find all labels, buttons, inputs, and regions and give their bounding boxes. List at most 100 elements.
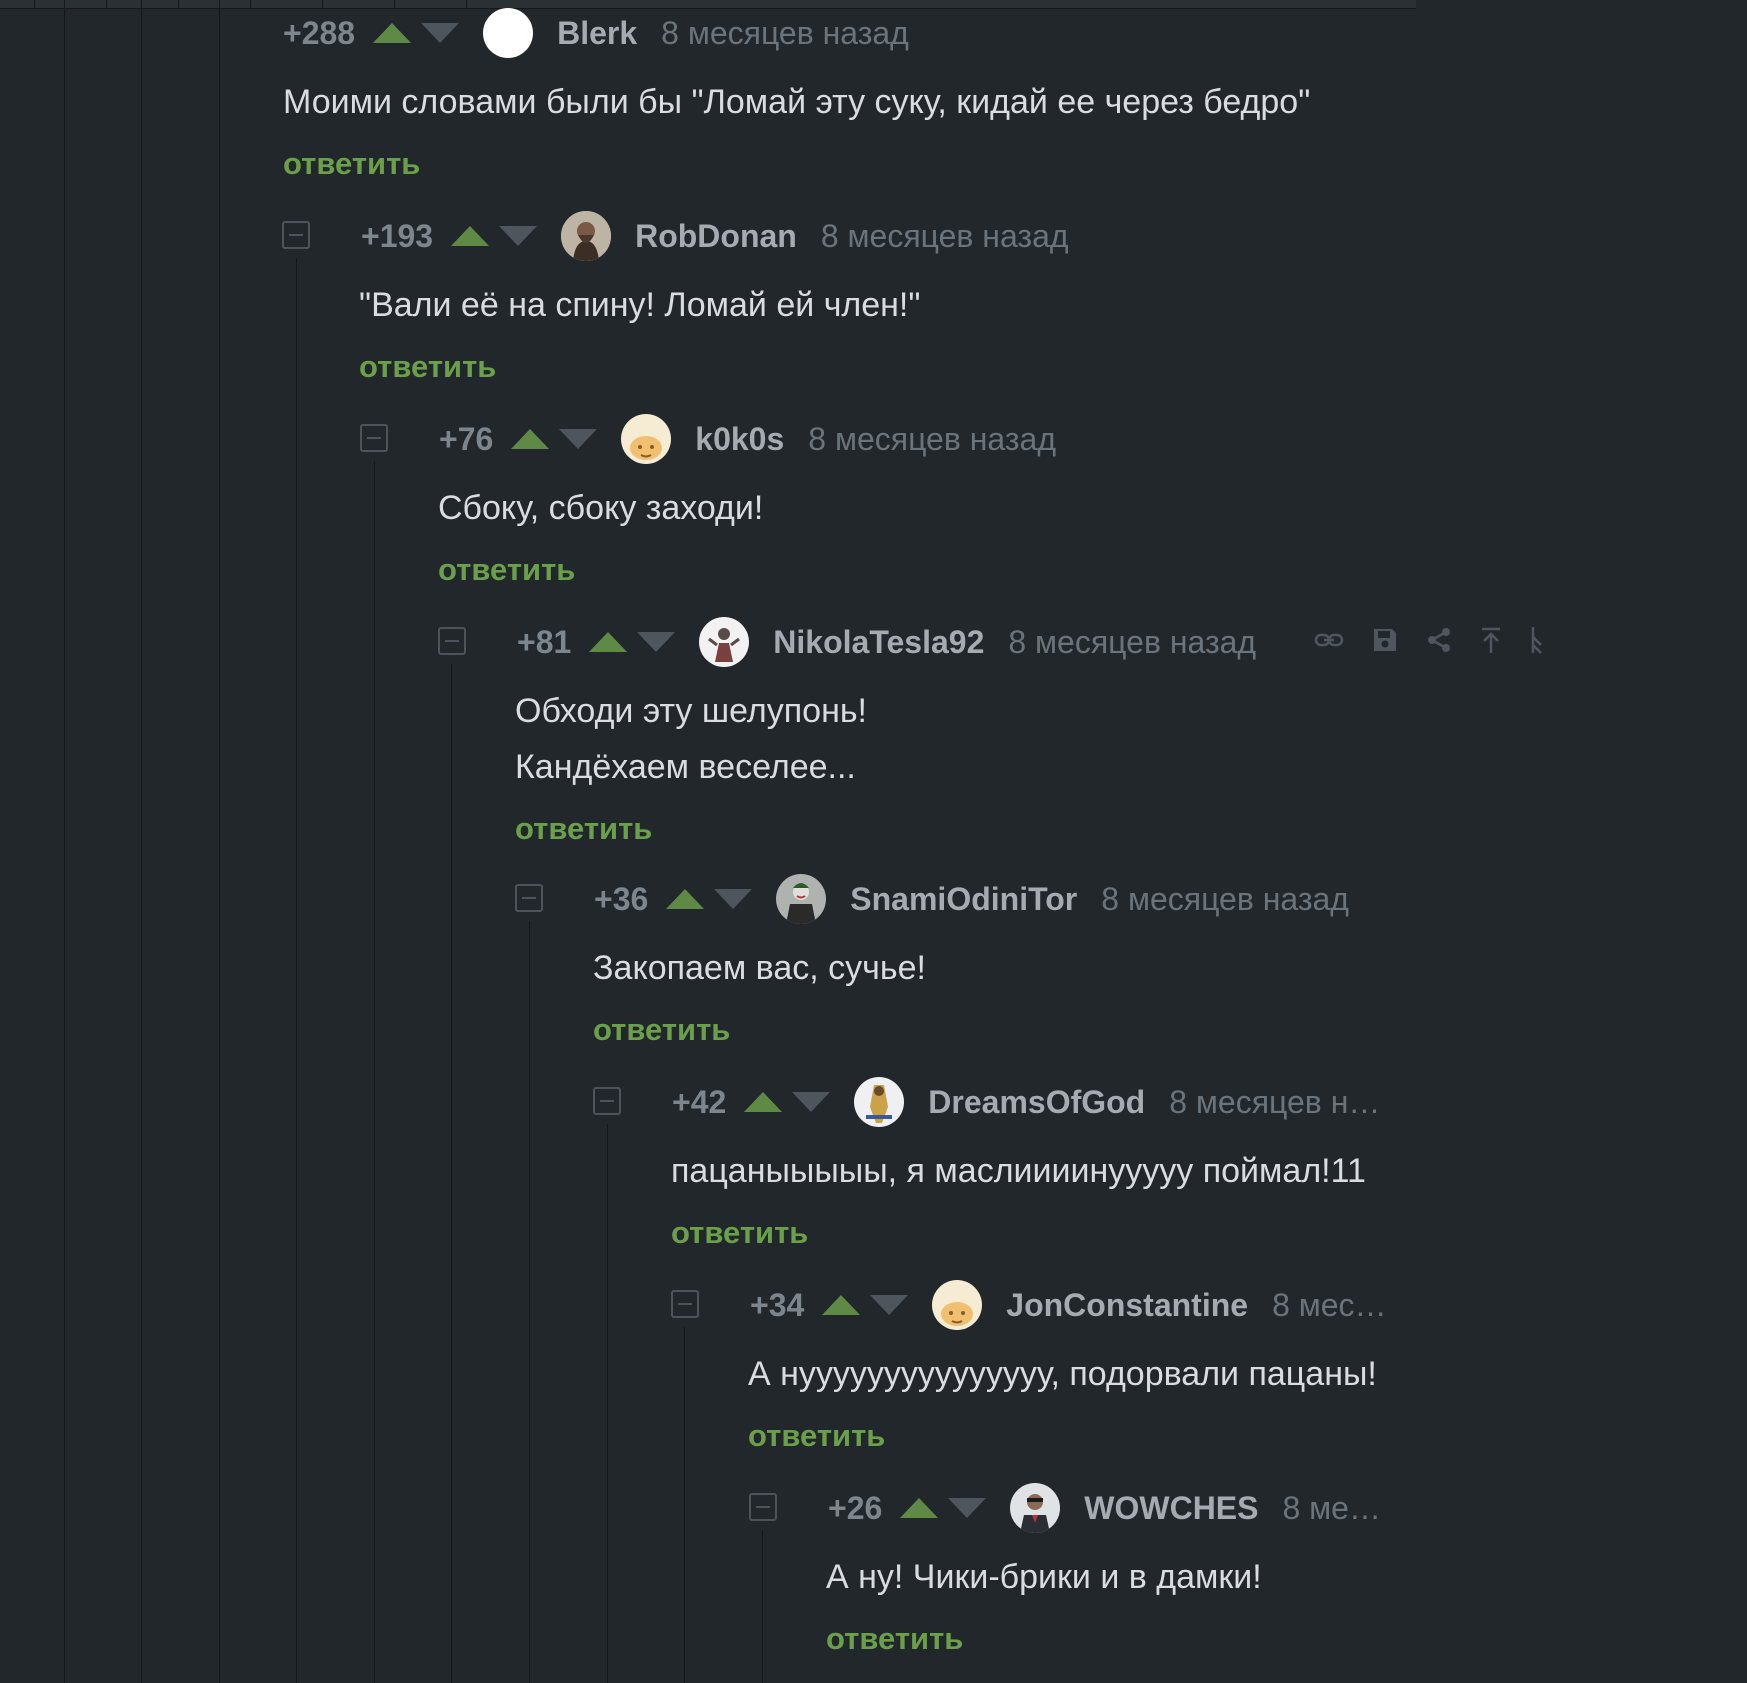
- thread-line[interactable]: [296, 258, 297, 1683]
- downvote-icon[interactable]: [948, 1498, 987, 1518]
- reply-link[interactable]: ответить: [748, 1418, 885, 1454]
- comment-text: А ну! Чики-брики и в дамки!: [826, 1558, 1262, 1596]
- downvote-icon[interactable]: [499, 226, 538, 246]
- downvote-icon[interactable]: [421, 23, 460, 43]
- comment-username[interactable]: DreamsOfGod: [928, 1084, 1145, 1121]
- collapse-button[interactable]: [282, 221, 310, 249]
- comment-text: А нууууууууууууууу, подорвали пацаны!: [748, 1355, 1377, 1393]
- comment-username[interactable]: JonConstantine: [1006, 1287, 1248, 1324]
- upvote-icon[interactable]: [900, 1498, 939, 1518]
- comment-text: Моими словами были бы "Ломай эту суку, к…: [283, 83, 1311, 121]
- comment-timestamp[interactable]: 8 месяц...: [1272, 1287, 1400, 1324]
- comment-timestamp[interactable]: 8 месяцев назад: [821, 218, 1069, 255]
- avatar[interactable]: [561, 211, 612, 261]
- comment-rating: +81: [517, 623, 572, 660]
- upvote-icon[interactable]: [744, 1092, 783, 1112]
- more-icon[interactable]: [1530, 625, 1544, 660]
- collapse-button[interactable]: [593, 1087, 621, 1115]
- upvote-icon[interactable]: [511, 429, 550, 449]
- save-icon[interactable]: [1372, 627, 1398, 658]
- collapse-button[interactable]: [438, 627, 466, 655]
- reply-link[interactable]: ответить: [671, 1215, 808, 1251]
- comment-header: +288 Blerk 8 месяцев назад: [283, 6, 1683, 60]
- comment-text: Закопаем вас, сучье!: [593, 949, 926, 987]
- comment-actions: [1286, 625, 1544, 660]
- upvote-icon[interactable]: [373, 23, 412, 43]
- comment-text: Обходи эту шелупонь!: [515, 692, 868, 730]
- thread-line[interactable]: [374, 461, 375, 1683]
- link-icon[interactable]: [1314, 630, 1344, 655]
- comment-text: "Вали её на спину! Ломай ей член!": [359, 286, 921, 324]
- upvote-icon[interactable]: [589, 632, 628, 652]
- figure-avatar-icon: [699, 617, 750, 667]
- comment-timestamp[interactable]: 8 месяцев наз...: [1169, 1084, 1392, 1121]
- share-icon[interactable]: [1426, 627, 1452, 658]
- comment-rating: +42: [672, 1083, 727, 1120]
- reply-link[interactable]: ответить: [826, 1621, 963, 1657]
- thread-line: [64, 0, 65, 1683]
- downvote-icon[interactable]: [714, 889, 753, 909]
- comment-text: пацаныыыыы, я маслиииинууууу поймал!11: [671, 1152, 1366, 1190]
- cartoon-face-avatar-icon: [932, 1280, 983, 1330]
- comment-header: +193 RobDonan 8 месяцев назад: [361, 209, 1747, 263]
- thread-line[interactable]: [762, 1530, 763, 1683]
- reply-link[interactable]: ответить: [593, 1012, 730, 1048]
- comment-rating: +34: [750, 1286, 805, 1323]
- man-avatar-icon: [1010, 1483, 1061, 1533]
- comment-timestamp[interactable]: 8 месяцев назад: [808, 421, 1056, 458]
- thread-line: [141, 0, 142, 1683]
- cartoon-face-avatar-icon: [621, 414, 672, 464]
- joker-avatar-icon: [776, 874, 827, 924]
- collapse-button[interactable]: [360, 424, 388, 452]
- character-avatar-icon: [854, 1077, 905, 1127]
- downvote-icon[interactable]: [559, 429, 598, 449]
- comment-timestamp[interactable]: 8 месяцев назад: [1008, 624, 1256, 661]
- comment-username[interactable]: NikolaTesla92: [773, 624, 984, 661]
- collapse-button[interactable]: [515, 884, 543, 912]
- comment-username[interactable]: k0k0s: [695, 421, 784, 458]
- avatar[interactable]: [932, 1280, 983, 1330]
- thread-line: [219, 0, 220, 1683]
- upvote-icon[interactable]: [666, 889, 705, 909]
- reply-link[interactable]: ответить: [438, 552, 575, 588]
- upvote-icon[interactable]: [822, 1295, 861, 1315]
- reply-link[interactable]: ответить: [283, 146, 420, 182]
- bearded-man-avatar-icon: [561, 211, 612, 261]
- scroll-to-top-icon[interactable]: [1480, 626, 1502, 659]
- comment-timestamp[interactable]: 8 месяцев назад: [1101, 881, 1349, 918]
- comment-username[interactable]: WOWCHES: [1084, 1490, 1258, 1527]
- comment-rating: +193: [361, 217, 434, 254]
- comment-rating: +76: [439, 420, 494, 457]
- comment-header: +76 k0k0s 8 месяцев назад: [439, 412, 1747, 466]
- avatar[interactable]: [483, 8, 534, 58]
- avatar[interactable]: [621, 414, 672, 464]
- downvote-icon[interactable]: [870, 1295, 909, 1315]
- comment-header: +34 JonConstantine 8 месяц...: [750, 1278, 1400, 1332]
- comment-text: Сбоку, сбоку заходи!: [438, 489, 764, 527]
- reply-link[interactable]: ответить: [515, 811, 652, 847]
- collapse-button[interactable]: [671, 1290, 699, 1318]
- thread-line[interactable]: [607, 1124, 608, 1683]
- thread-line[interactable]: [529, 921, 530, 1683]
- avatar[interactable]: [1010, 1483, 1061, 1533]
- comment-text: Кандёхаем веселее...: [515, 748, 856, 786]
- comment-timestamp[interactable]: 8 меся...: [1282, 1490, 1390, 1527]
- comment-username[interactable]: RobDonan: [635, 218, 797, 255]
- avatar[interactable]: [854, 1077, 905, 1127]
- downvote-icon[interactable]: [637, 632, 676, 652]
- thread-line[interactable]: [684, 1327, 685, 1683]
- comment-timestamp[interactable]: 8 месяцев назад: [661, 15, 909, 52]
- avatar[interactable]: [699, 617, 750, 667]
- comment-username[interactable]: SnamiOdiniTor: [850, 881, 1077, 918]
- avatar[interactable]: [776, 874, 827, 924]
- comment-username[interactable]: Blerk: [557, 15, 637, 52]
- comment-header: +42 DreamsOfGod 8 месяцев наз...: [672, 1075, 1392, 1129]
- comment-header: +26 WOWCHES 8 меся...: [828, 1481, 1390, 1535]
- downvote-icon[interactable]: [792, 1092, 831, 1112]
- collapse-button[interactable]: [749, 1493, 777, 1521]
- upvote-icon[interactable]: [451, 226, 490, 246]
- comment-rating: +288: [283, 14, 356, 51]
- comment-header: +36 SnamiOdiniTor 8 месяцев назад: [594, 872, 1747, 926]
- thread-line[interactable]: [451, 664, 452, 1683]
- reply-link[interactable]: ответить: [359, 349, 496, 385]
